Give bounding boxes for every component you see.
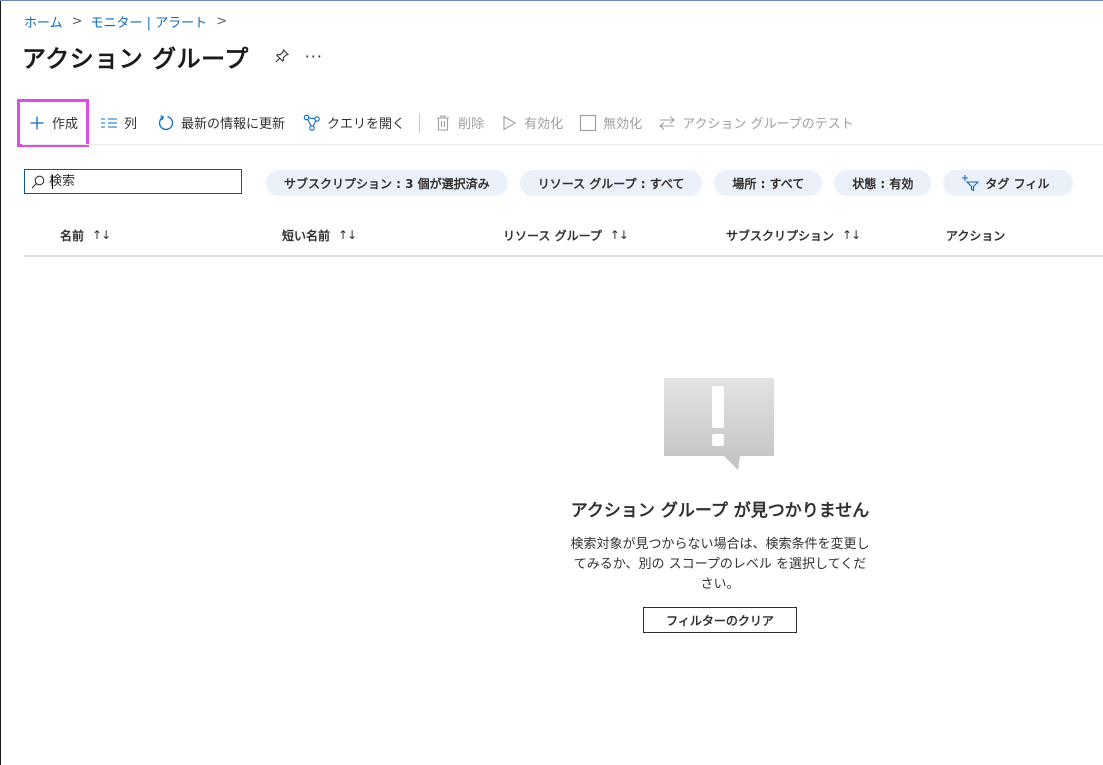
column-header-label: アクション — [946, 228, 1006, 243]
breadcrumb-home[interactable]: ホーム — [24, 12, 63, 31]
more-options-icon[interactable]: ··· — [305, 47, 323, 66]
column-header-subscription[interactable]: サブスクリプション ↑↓ — [726, 217, 861, 253]
pin-icon[interactable] — [273, 47, 291, 65]
column-header-short-name[interactable]: 短い名前 ↑↓ — [282, 217, 357, 253]
column-header-label: 短い名前 — [282, 228, 331, 243]
columns-button[interactable]: 列 — [94, 107, 143, 139]
table-header: 名前 ↑↓ 短い名前 ↑↓ リソース グループ ↑↓ サブスクリプション ↑↓ … — [24, 217, 1103, 257]
test-action-group-button[interactable]: アクション グループのテスト — [652, 107, 860, 139]
tag-filter-label: タグ フィル — [985, 176, 1050, 191]
enable-label: 有効化 — [524, 117, 564, 132]
refresh-icon — [157, 114, 175, 132]
empty-state: アクション グループ が見つかりません 検索対象が見つからない場合は、検索条件を… — [540, 378, 900, 633]
breadcrumb-monitor-alerts[interactable]: モニター | アラート — [91, 12, 208, 31]
empty-state-description: 検索対象が見つからない場合は、検索条件を変更してみるか、別の スコープのレベル … — [570, 537, 870, 592]
sort-icon: ↑↓ — [338, 228, 357, 242]
toolbar-separator — [22, 144, 1103, 145]
add-filter-icon — [961, 174, 980, 192]
filter-subscription[interactable]: サブスクリプション : 3 個が選択済み — [266, 170, 508, 196]
stop-icon — [579, 114, 597, 132]
open-query-label: クエリを開く — [327, 117, 406, 132]
text-cursor — [52, 175, 53, 189]
filter-location[interactable]: 場所 : すべて — [714, 170, 823, 196]
title-row: アクション グループ ··· — [22, 36, 323, 76]
sort-icon: ↑↓ — [842, 228, 861, 242]
empty-state-title: アクション グループ が見つかりません — [570, 501, 870, 521]
create-label: 作成 — [52, 117, 79, 132]
search-input[interactable] — [49, 174, 229, 189]
command-bar: 作成 列 最新の情報に更新 クエリを開く 削除 有効化 無効化 アクション グル… — [16, 98, 860, 147]
sort-icon: ↑↓ — [92, 228, 111, 242]
play-icon — [500, 114, 518, 132]
disable-label: 無効化 — [603, 117, 643, 132]
column-header-label: 名前 — [60, 228, 85, 243]
breadcrumb: ホーム > モニター | アラート > — [24, 11, 235, 31]
filter-pills: サブスクリプション : 3 個が選択済み リソース グループ : すべて 場所 … — [266, 170, 1074, 196]
delete-label: 削除 — [458, 117, 485, 132]
column-header-label: リソース グループ — [503, 228, 602, 243]
search-box[interactable] — [24, 169, 242, 194]
refresh-button[interactable]: 最新の情報に更新 — [151, 107, 291, 139]
enable-button[interactable]: 有効化 — [494, 107, 569, 139]
breadcrumb-separator: > — [216, 13, 228, 29]
clear-filters-button[interactable]: フィルターのクリア — [643, 607, 797, 633]
filter-status[interactable]: 状態 : 有効 — [834, 170, 932, 196]
columns-icon — [100, 114, 118, 132]
create-button[interactable]: 作成 — [16, 98, 90, 147]
page-title: アクション グループ — [22, 44, 249, 73]
columns-label: 列 — [124, 117, 138, 132]
query-icon — [303, 114, 321, 132]
warning-speech-bubble-icon — [664, 378, 774, 470]
column-header-actions: アクション — [946, 217, 1005, 253]
column-header-name[interactable]: 名前 ↑↓ — [60, 217, 111, 253]
open-query-button[interactable]: クエリを開く — [297, 107, 411, 139]
add-tag-filter-button[interactable]: タグ フィル — [943, 170, 1074, 196]
window-left-edge — [0, 0, 1, 765]
swap-arrows-icon — [658, 114, 676, 132]
plus-icon — [28, 114, 46, 132]
search-icon — [31, 175, 45, 189]
test-action-group-label: アクション グループのテスト — [682, 117, 854, 132]
refresh-label: 最新の情報に更新 — [181, 117, 286, 132]
toolbar-divider — [419, 112, 421, 133]
column-header-label: サブスクリプション — [726, 228, 835, 243]
column-header-resource-group[interactable]: リソース グループ ↑↓ — [503, 217, 629, 253]
sort-icon: ↑↓ — [609, 228, 629, 242]
filter-resource-group[interactable]: リソース グループ : すべて — [519, 170, 703, 196]
delete-button[interactable]: 削除 — [428, 107, 490, 139]
disable-button[interactable]: 無効化 — [573, 107, 648, 139]
trash-icon — [434, 114, 452, 132]
window-top-edge — [0, 0, 1103, 1]
breadcrumb-separator: > — [71, 13, 83, 29]
